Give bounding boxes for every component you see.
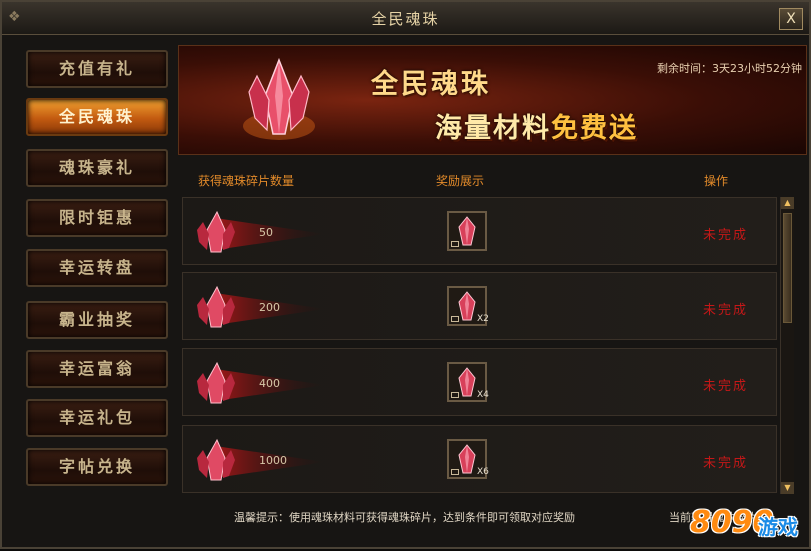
table-row: 50 未完成	[182, 197, 777, 265]
scroll-down-icon[interactable]: ▼	[781, 482, 794, 494]
scroll-up-icon[interactable]: ▲	[781, 197, 794, 209]
status-incomplete: 未完成	[703, 456, 749, 471]
tip-text: 温馨提示：使用魂珠材料可获得魂珠碎片，达到条件即可领取对应奖励	[234, 511, 575, 524]
reward-multiplier: X6	[477, 467, 489, 477]
fragment-count: 1000	[259, 454, 287, 467]
scroll-thumb[interactable]	[783, 213, 792, 323]
item-badge-icon	[451, 241, 459, 247]
reward-multiplier: X2	[477, 314, 489, 324]
fragment-count: 200	[259, 301, 280, 314]
header-reward: 奖励展示	[436, 174, 485, 188]
event-banner: 全民魂珠 海量材料免费送 剩余时间：3天23小时52分钟	[178, 45, 807, 155]
countdown-timer: 剩余时间：3天23小时52分钟	[657, 62, 802, 75]
watermark-text: 游戏	[758, 515, 798, 539]
item-badge-icon	[451, 316, 459, 322]
reward-list: 50 未完成 200 X2 未完成 400 X4 未完成 1000 X6 未完成	[182, 197, 777, 494]
sidebar-item-recharge-gift[interactable]: 充值有礼	[26, 50, 168, 88]
sidebar-item-word-exchange[interactable]: 字帖兑换	[26, 448, 168, 486]
list-scrollbar[interactable]: ▲ ▼	[780, 197, 794, 494]
reward-slot[interactable]: X2	[447, 286, 489, 326]
sidebar-item-limited-deal[interactable]: 限时钜惠	[26, 199, 168, 237]
reward-slot[interactable]	[447, 211, 487, 251]
item-badge-icon	[451, 392, 459, 398]
window-title: 全民魂珠	[371, 10, 440, 28]
banner-title: 全民魂珠	[371, 69, 491, 100]
reward-slot[interactable]: X4	[447, 362, 489, 402]
title-bar: ❖ 全民魂珠 X	[2, 2, 809, 35]
sidebar-item-orb-gift[interactable]: 魂珠豪礼	[26, 149, 168, 187]
reward-multiplier: X4	[477, 390, 489, 400]
status-incomplete: 未完成	[703, 379, 749, 394]
reward-slot[interactable]: X6	[447, 439, 489, 479]
banner-subtitle: 海量材料免费送	[435, 106, 638, 145]
header-action: 操作	[704, 174, 729, 188]
status-incomplete: 未完成	[703, 228, 749, 243]
fragment-count: 50	[259, 226, 273, 239]
table-header: 获得魂珠碎片数量 奖励展示 操作	[178, 166, 805, 190]
table-row: 1000 X6 未完成	[182, 425, 777, 493]
sidebar-item-lucky-rich[interactable]: 幸运富翁	[26, 350, 168, 388]
soul-crystal-icon	[243, 57, 315, 140]
sidebar-item-lottery[interactable]: 霸业抽奖	[26, 301, 168, 339]
sidebar: 充值有礼 全民魂珠 魂珠豪礼 限时钜惠 幸运转盘 霸业抽奖 幸运富翁 幸运礼包 …	[16, 40, 176, 496]
item-badge-icon	[451, 469, 459, 475]
site-watermark-logo: 8090 游戏	[686, 495, 811, 551]
status-incomplete: 未完成	[703, 303, 749, 318]
sidebar-item-lucky-wheel[interactable]: 幸运转盘	[26, 249, 168, 287]
banner-subtitle-b: 免费送	[551, 113, 638, 144]
banner-subtitle-a: 海量材料	[435, 113, 551, 144]
sidebar-item-soul-orb[interactable]: 全民魂珠	[26, 98, 168, 136]
close-button[interactable]: X	[779, 8, 803, 30]
sidebar-item-lucky-pack[interactable]: 幸运礼包	[26, 399, 168, 437]
header-fragment-count: 获得魂珠碎片数量	[198, 174, 295, 188]
table-row: 200 X2 未完成	[182, 272, 777, 340]
table-row: 400 X4 未完成	[182, 348, 777, 416]
fragment-count: 400	[259, 377, 280, 390]
event-window: ❖ 全民魂珠 X 充值有礼 全民魂珠 魂珠豪礼 限时钜惠 幸运转盘 霸业抽奖 幸…	[0, 0, 811, 549]
